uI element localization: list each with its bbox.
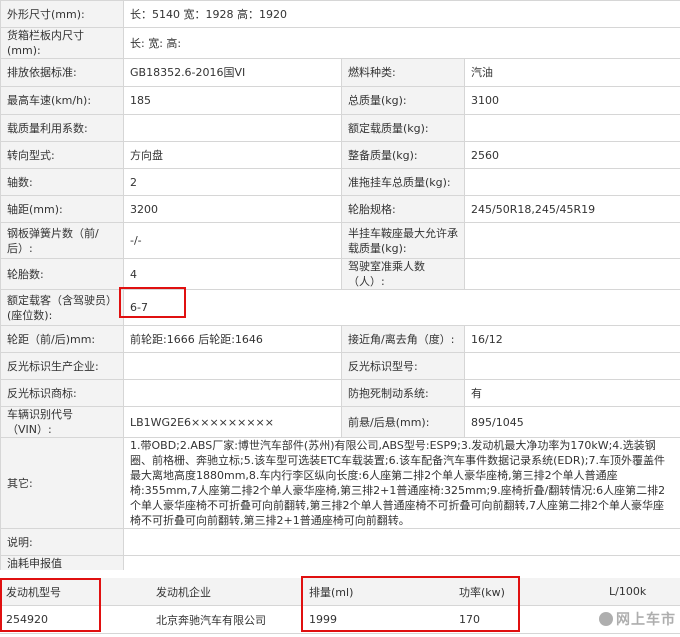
table-row: 轮胎数: 4 驾驶室准乘人数（人）:	[0, 258, 680, 290]
engine-model-header: 发动机型号	[0, 578, 150, 606]
table-row: 额定载客（含驾驶员）(座位数): 6-7	[0, 289, 680, 326]
power-value: 170	[453, 605, 603, 634]
spec-value	[463, 168, 680, 196]
notes-value: 1.带OBD;2.ABS厂家:博世汽车部件(苏州)有限公司,ABS型号:ESP9…	[122, 437, 680, 529]
seat-count-value: 6-7	[122, 289, 680, 326]
spec-label: 防抱死制动系统:	[341, 379, 465, 407]
engine-model-value: 254920	[0, 605, 150, 634]
spec-value	[122, 528, 680, 556]
spec-value	[463, 352, 680, 380]
table-row: 其它: 1.带OBD;2.ABS厂家:博世汽车部件(苏州)有限公司,ABS型号:…	[0, 437, 680, 529]
engine-value-row: 254920 北京奔驰汽车有限公司 1999 170	[0, 605, 680, 634]
spec-label: 额定载客（含驾驶员）(座位数):	[0, 289, 124, 326]
power-header: 功率(kw)	[453, 578, 603, 606]
spec-label: 接近角/离去角（度）:	[341, 325, 465, 353]
spec-value: 4	[123, 258, 342, 290]
table-row: 反光标识生产企业: 反光标识型号:	[0, 352, 680, 380]
spec-value: 185	[123, 86, 342, 115]
spec-label: 整备质量(kg):	[341, 141, 465, 169]
spec-label: 排放依据标准:	[0, 58, 124, 87]
table-row: 转向型式: 方向盘 整备质量(kg): 2560	[0, 141, 680, 169]
spec-label: 说明:	[0, 528, 124, 556]
engine-header-row: 发动机型号 发动机企业 排量(ml) 功率(kw) L/100k	[0, 578, 680, 606]
spec-value: 895/1045	[463, 406, 680, 438]
table-row: 轮距（前/后)mm: 前轮距:1666 后轮距:1646 接近角/离去角（度）:…	[0, 325, 680, 353]
spec-label: 燃料种类:	[341, 58, 465, 87]
spec-label: 半挂车鞍座最大允许承载质量(kg):	[341, 222, 465, 259]
spec-value: 3100	[463, 86, 680, 115]
spec-label: 驾驶室准乘人数（人）:	[341, 258, 465, 290]
spec-label: 反光标识生产企业:	[0, 352, 124, 380]
spec-label: 轴距(mm):	[0, 195, 124, 223]
spec-value: 前轮距:1666 后轮距:1646	[123, 325, 342, 353]
spec-label: 轮胎规格:	[341, 195, 465, 223]
spec-table: 外形尺寸(mm): 长：5140 宽：1928 高：1920 货箱栏板内尺寸(m…	[0, 0, 680, 587]
watermark: 网上车市	[599, 609, 676, 629]
table-row: 外形尺寸(mm): 长：5140 宽：1928 高：1920	[0, 0, 680, 28]
watermark-logo-icon	[599, 612, 613, 626]
spec-value	[463, 222, 680, 259]
displacement-header: 排量(ml)	[303, 578, 453, 606]
spec-label: 货箱栏板内尺寸(mm):	[0, 27, 124, 59]
spec-value	[463, 258, 680, 290]
spec-label: 额定载质量(kg):	[341, 114, 465, 142]
spec-label: 轮距（前/后)mm:	[0, 325, 124, 353]
displacement-value: 1999	[303, 605, 453, 634]
spec-value: 汽油	[463, 58, 680, 87]
spec-value: -/-	[123, 222, 342, 259]
table-row: 轴数: 2 准拖挂车总质量(kg):	[0, 168, 680, 196]
spec-label: 前悬/后悬(mm):	[341, 406, 465, 438]
spec-label: 轮胎数:	[0, 258, 124, 290]
table-row: 车辆识别代号（VIN）: LB1WG2E6××××××××× 前悬/后悬(mm)…	[0, 406, 680, 438]
spec-value: 2560	[463, 141, 680, 169]
table-row: 钢板弹簧片数（前/后）: -/- 半挂车鞍座最大允许承载质量(kg):	[0, 222, 680, 259]
spec-value	[123, 352, 342, 380]
spec-value: GB18352.6-2016国VI	[123, 58, 342, 87]
spec-value: 长: 宽: 高:	[122, 27, 680, 59]
spec-value: 有	[463, 379, 680, 407]
spec-value: LB1WG2E6×××××××××	[123, 406, 342, 438]
engine-maker-value: 北京奔驰汽车有限公司	[150, 605, 303, 634]
table-gap	[0, 570, 680, 578]
spec-label: 其它:	[0, 437, 124, 529]
spec-value	[123, 114, 342, 142]
spec-value: 245/50R18,245/45R19	[463, 195, 680, 223]
spec-value: 2	[123, 168, 342, 196]
table-row: 货箱栏板内尺寸(mm): 长: 宽: 高:	[0, 27, 680, 59]
spec-label: 外形尺寸(mm):	[0, 0, 124, 28]
spec-value: 长：5140 宽：1928 高：1920	[122, 0, 680, 28]
spec-label: 载质量利用系数:	[0, 114, 124, 142]
spec-label: 钢板弹簧片数（前/后）:	[0, 222, 124, 259]
spec-label: 轴数:	[0, 168, 124, 196]
table-row: 轴距(mm): 3200 轮胎规格: 245/50R18,245/45R19	[0, 195, 680, 223]
table-row: 载质量利用系数: 额定载质量(kg):	[0, 114, 680, 142]
spec-value	[463, 114, 680, 142]
table-row: 说明:	[0, 528, 680, 556]
table-row: 反光标识商标: 防抱死制动系统: 有	[0, 379, 680, 407]
fuel-header: L/100k	[603, 578, 680, 606]
spec-label: 准拖挂车总质量(kg):	[341, 168, 465, 196]
spec-value: 方向盘	[123, 141, 342, 169]
table-row: 最高车速(km/h): 185 总质量(kg): 3100	[0, 86, 680, 115]
spec-label: 车辆识别代号（VIN）:	[0, 406, 124, 438]
spec-value	[123, 379, 342, 407]
table-row: 排放依据标准: GB18352.6-2016国VI 燃料种类: 汽油	[0, 58, 680, 87]
engine-table: 发动机型号 发动机企业 排量(ml) 功率(kw) L/100k 254920 …	[0, 578, 680, 634]
spec-label: 反光标识商标:	[0, 379, 124, 407]
spec-label: 反光标识型号:	[341, 352, 465, 380]
spec-label: 总质量(kg):	[341, 86, 465, 115]
spec-value: 16/12	[463, 325, 680, 353]
spec-value: 3200	[123, 195, 342, 223]
engine-maker-header: 发动机企业	[150, 578, 303, 606]
spec-label: 转向型式:	[0, 141, 124, 169]
spec-label: 最高车速(km/h):	[0, 86, 124, 115]
